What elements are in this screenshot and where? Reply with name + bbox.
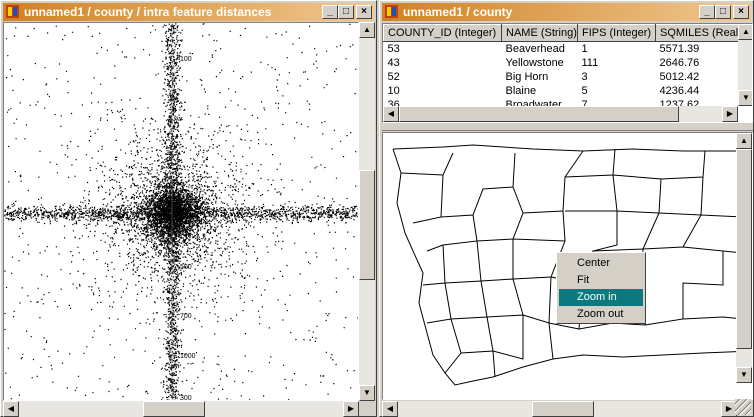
map-vertical-scrollbar[interactable]: ▲ ▼ [736,133,752,383]
attribute-table-pane: COUNTY_ID (Integer) NAME (String) FIPS (… [382,23,753,123]
table-row[interactable]: 52 Big Horn 3 5012.42 [384,70,739,84]
table-cell: 5012.42 [659,71,700,83]
app-icon [6,5,19,18]
menu-item-center[interactable]: Center [559,255,643,272]
table-cell: 1 [581,43,588,55]
minimize-button[interactable]: _ [322,5,338,19]
close-button[interactable]: × [733,5,749,19]
column-header[interactable]: SQMILES (Real [655,24,739,42]
window-title: unnamed1 / county / intra feature distan… [24,5,272,19]
county-window: unnamed1 / county _ □ × COUNTY_ID (Integ… [379,0,754,417]
y-tick-label: 500 [180,264,192,271]
table-cell: 3 [581,71,588,83]
table-row[interactable]: 53 Beaverhead 1 5571.39 [384,42,739,57]
horizontal-scrollbar[interactable]: ◀ ▶ [3,401,359,417]
table-cell: 52 [387,71,400,83]
column-header[interactable]: COUNTY_ID (Integer) [383,24,502,42]
distances-window: unnamed1 / county / intra feature distan… [0,0,377,417]
scroll-up-button[interactable]: ▲ [736,133,752,149]
y-tick-label: 700 [180,313,192,320]
table-horizontal-scrollbar[interactable]: ◀ ▶ [383,106,738,122]
scroll-left-button[interactable]: ◀ [383,106,399,122]
scatter-plot-area[interactable]: 100 500 700 1000 300 [3,22,359,401]
minimize-button[interactable]: _ [699,5,715,19]
scatter-points [4,23,358,400]
vertical-scrollbar[interactable]: ▲ ▼ [359,22,375,401]
scatter-plot [4,23,358,400]
county-titlebar[interactable]: unnamed1 / county _ □ × [382,3,751,21]
scroll-up-button[interactable]: ▲ [738,24,752,40]
state-outline [392,144,752,152]
close-button[interactable]: × [356,5,372,19]
scroll-down-button[interactable]: ▼ [736,367,752,383]
distances-titlebar[interactable]: unnamed1 / county / intra feature distan… [3,3,374,21]
attribute-table: COUNTY_ID (Integer) NAME (String) FIPS (… [383,24,739,112]
table-cell: 2646.76 [659,57,700,69]
scroll-thumb[interactable] [532,401,594,417]
scroll-thumb[interactable] [359,170,375,280]
y-tick-label: 100 [180,56,192,63]
table-row[interactable]: 43 Yellowstone 111 2646.76 [384,56,739,70]
table-cell: 43 [387,57,400,69]
table-header-row: COUNTY_ID (Integer) NAME (String) FIPS (… [383,24,739,42]
table-vertical-scrollbar[interactable]: ▲ ▼ [738,24,752,106]
maximize-button[interactable]: □ [338,5,354,19]
table-cell: 4236.44 [659,85,700,97]
scroll-down-button[interactable]: ▼ [738,90,752,106]
table-cell: Beaverhead [505,43,565,55]
y-tick-label: 1000 [180,353,196,360]
column-header[interactable]: FIPS (Integer) [577,24,656,42]
table-cell: Big Horn [505,71,549,83]
window-title: unnamed1 / county [403,5,513,19]
table-cell: 111 [581,57,599,69]
table-row[interactable]: 10 Blaine 5 4236.44 [384,84,739,98]
menu-item-zoom-in[interactable]: Zoom in [559,289,643,306]
app-icon [385,5,398,18]
scroll-down-button[interactable]: ▼ [359,385,375,401]
scroll-thumb[interactable] [143,401,205,417]
map-context-menu: Center Fit Zoom in Zoom out [556,252,646,324]
scroll-right-button[interactable]: ▶ [343,401,359,417]
table-cell: 53 [387,43,400,55]
scroll-left-button[interactable]: ◀ [3,401,19,417]
scroll-up-button[interactable]: ▲ [359,22,375,38]
table-cell: 5571.39 [659,43,700,55]
scroll-left-button[interactable]: ◀ [382,401,398,417]
scroll-thumb[interactable] [736,149,752,349]
scroll-right-button[interactable]: ▶ [722,106,738,122]
column-header[interactable]: NAME (String) [501,24,578,42]
table-cell: Yellowstone [505,57,564,69]
menu-item-fit[interactable]: Fit [559,272,643,289]
menu-item-zoom-out[interactable]: Zoom out [559,306,643,323]
pane-splitter[interactable] [382,124,753,131]
table-cell: 5 [581,85,588,97]
resize-grip[interactable] [735,399,751,415]
scroll-thumb[interactable] [399,106,679,122]
maximize-button[interactable]: □ [715,5,731,19]
map-horizontal-scrollbar[interactable]: ◀ ▶ [382,401,737,417]
table-cell: Blaine [505,85,537,97]
table-cell: 10 [387,85,400,97]
